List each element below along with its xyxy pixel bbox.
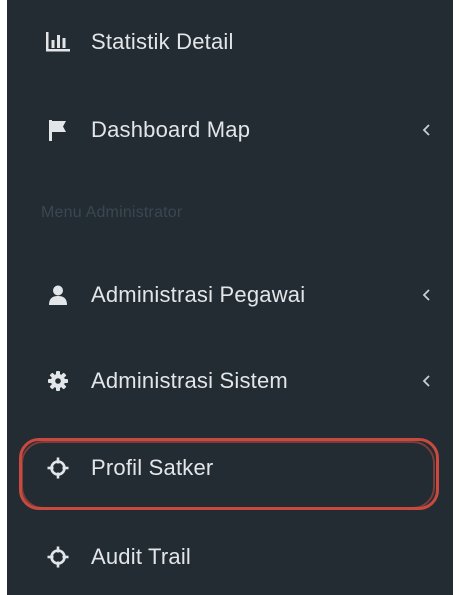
- flag-icon: [45, 117, 71, 143]
- sidebar-menu: Statistik Detail Dashboard Map Menu Admi…: [7, 0, 453, 595]
- chevron-left-icon[interactable]: [419, 371, 433, 391]
- sidebar-item-label: Dashboard Map: [91, 117, 251, 142]
- crosshair-icon: [45, 544, 71, 570]
- bar-chart-icon: [45, 29, 71, 55]
- sidebar-item-dashboard-map[interactable]: Dashboard Map: [7, 108, 453, 152]
- sidebar-item-label: Audit Trail: [91, 544, 192, 569]
- sidebar-item-label: Administrasi Sistem: [91, 368, 288, 393]
- sidebar-item-administrasi-sistem[interactable]: Administrasi Sistem: [7, 359, 453, 403]
- chevron-left-icon[interactable]: [419, 285, 433, 305]
- gear-icon: [45, 368, 71, 394]
- sidebar-item-audit-trail[interactable]: Audit Trail: [7, 535, 453, 579]
- sidebar-item-label: Statistik Detail: [91, 29, 234, 54]
- sidebar-item-label: Administrasi Pegawai: [91, 282, 306, 307]
- user-icon: [45, 282, 71, 308]
- sidebar-item-administrasi-pegawai[interactable]: Administrasi Pegawai: [7, 273, 453, 317]
- section-header-administrator: Menu Administrator: [41, 204, 183, 221]
- chevron-left-icon[interactable]: [419, 120, 433, 140]
- highlight-annotation: [19, 438, 439, 510]
- sidebar-item-statistik-detail[interactable]: Statistik Detail: [7, 20, 453, 64]
